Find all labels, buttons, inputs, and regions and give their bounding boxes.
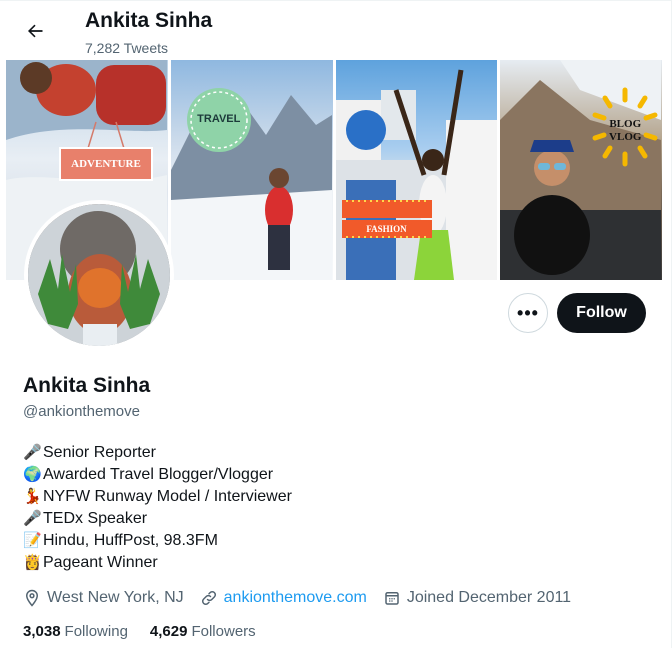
- microphone-icon: 🎤: [23, 444, 42, 461]
- fashion-badge: FASHION: [366, 224, 407, 234]
- profile-meta: West New York, NJ ankionthemove.com Join…: [23, 586, 587, 610]
- followers-label: Followers: [191, 623, 256, 640]
- travel-badge: TRAVEL: [197, 113, 241, 125]
- profile-bio: 🎤 Senior Reporter 🌍 Awarded Travel Blogg…: [23, 442, 292, 574]
- bio-line: 💃 NYFW Runway Model / Interviewer: [23, 486, 292, 508]
- link-icon: [201, 590, 216, 606]
- profile-handle: @ankionthemove: [23, 403, 140, 420]
- dancer-icon: 💃: [23, 488, 42, 505]
- bio-line: 📝 Hindu, HuffPost, 98.3FM: [23, 530, 292, 552]
- avatar-photo: [28, 204, 170, 346]
- avatar[interactable]: [24, 200, 174, 350]
- bio-text: NYFW Runway Model / Interviewer: [43, 488, 292, 505]
- blog-vlog-badge: BLOG VLOG: [609, 118, 642, 143]
- bio-line: 👸 Pageant Winner: [23, 552, 292, 574]
- bio-line: 🌍 Awarded Travel Blogger/Vlogger: [23, 464, 292, 486]
- website-link[interactable]: ankionthemove.com: [224, 589, 367, 607]
- more-options-button[interactable]: •••: [508, 293, 548, 333]
- website-item: ankionthemove.com: [200, 589, 367, 607]
- followers-link[interactable]: 4,629 Followers: [150, 623, 256, 640]
- followers-count: 4,629: [149, 623, 188, 640]
- microphone-icon: 🎤: [23, 510, 42, 527]
- follow-button[interactable]: Follow: [557, 293, 646, 333]
- back-button[interactable]: [18, 14, 52, 48]
- location-item: West New York, NJ: [23, 589, 184, 607]
- header-tweet-count: 7,282 Tweets: [85, 40, 169, 56]
- location-pin-icon: [25, 589, 39, 607]
- profile-header: Ankita Sinha 7,282 Tweets: [0, 0, 672, 60]
- arrow-left-icon: [28, 24, 43, 38]
- joined-item: Joined December 2011: [383, 589, 571, 607]
- bio-text: Pageant Winner: [43, 554, 158, 571]
- following-label: Following: [64, 623, 128, 640]
- bio-line: 🎤 TEDx Speaker: [23, 508, 292, 530]
- following-link[interactable]: 3,038 Following: [23, 623, 128, 640]
- banner-panel-blog-vlog: BLOG VLOG: [500, 60, 662, 280]
- joined-text: Joined December 2011: [406, 589, 572, 606]
- header-name: Ankita Sinha: [85, 9, 213, 32]
- bio-line: 🎤 Senior Reporter: [23, 442, 292, 464]
- banner-panel-fashion: FASHION: [335, 60, 498, 280]
- princess-icon: 👸: [23, 554, 42, 571]
- banner-panel-travel: TRAVEL: [170, 60, 333, 280]
- bio-text: Awarded Travel Blogger/Vlogger: [43, 466, 274, 483]
- profile-name: Ankita Sinha: [23, 374, 151, 397]
- memo-icon: 📝: [23, 532, 42, 549]
- follow-stats: 3,038 Following 4,629 Followers: [23, 623, 278, 640]
- bio-text: Hindu, HuffPost, 98.3FM: [43, 532, 218, 549]
- calendar-icon: [385, 592, 399, 605]
- adventure-badge: ADVENTURE: [71, 158, 141, 170]
- location-text: West New York, NJ: [47, 589, 184, 606]
- bio-text: TEDx Speaker: [43, 510, 148, 527]
- bio-text: Senior Reporter: [43, 444, 156, 461]
- globe-icon: 🌍: [23, 466, 42, 483]
- following-count: 3,038: [23, 623, 61, 640]
